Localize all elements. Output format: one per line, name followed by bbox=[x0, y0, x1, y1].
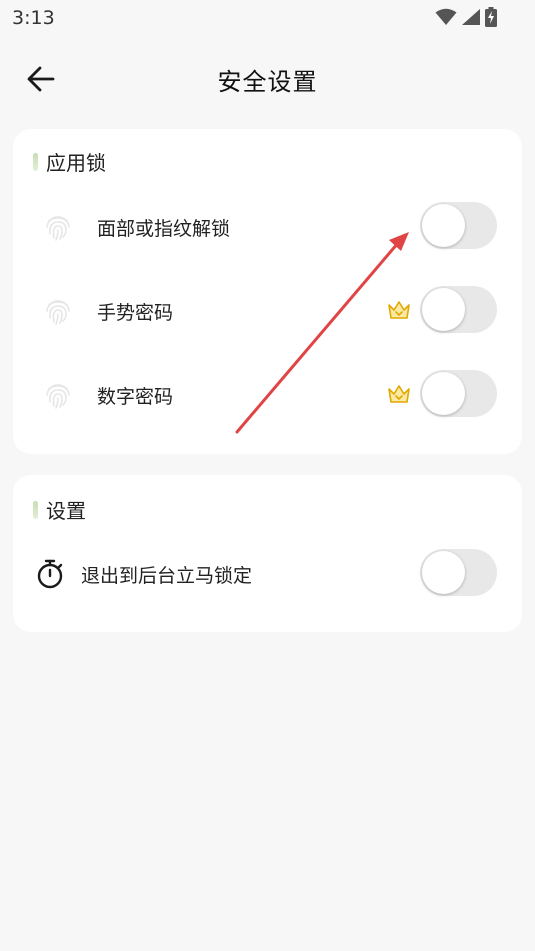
toggle-knob bbox=[422, 204, 465, 247]
row-face-fingerprint-unlock: 面部或指纹解锁 bbox=[13, 202, 522, 250]
wifi-icon bbox=[435, 8, 457, 25]
face-fingerprint-unlock-toggle[interactable] bbox=[420, 202, 497, 249]
row-digit-password: 数字密码 bbox=[13, 370, 522, 418]
lock-on-background-toggle[interactable] bbox=[420, 549, 497, 596]
status-bar: 3:13 bbox=[0, 0, 535, 36]
app-lock-card: 应用锁 面部或指纹解锁 手势密码 数字密码 bbox=[13, 129, 522, 454]
section-title-text: 应用锁 bbox=[46, 151, 106, 175]
header: 安全设置 bbox=[0, 52, 535, 104]
section-title-app-lock: 应用锁 bbox=[33, 147, 106, 176]
toggle-knob bbox=[422, 288, 465, 331]
row-gesture-password: 手势密码 bbox=[13, 286, 522, 334]
row-label: 退出到后台立马锁定 bbox=[81, 565, 253, 587]
settings-card: 设置 退出到后台立马锁定 bbox=[13, 475, 522, 632]
digit-password-toggle[interactable] bbox=[420, 370, 497, 417]
status-icons bbox=[435, 7, 497, 27]
fingerprint-icon bbox=[46, 300, 70, 325]
section-accent-bar bbox=[33, 500, 38, 519]
fingerprint-icon bbox=[46, 384, 70, 409]
gesture-password-toggle[interactable] bbox=[420, 286, 497, 333]
fingerprint-icon bbox=[46, 216, 70, 241]
row-label: 数字密码 bbox=[97, 386, 174, 408]
toggle-knob bbox=[422, 372, 465, 415]
crown-icon bbox=[388, 385, 410, 403]
row-lock-on-background: 退出到后台立马锁定 bbox=[13, 549, 522, 597]
section-accent-bar bbox=[33, 152, 38, 171]
crown-icon bbox=[388, 301, 410, 319]
toggle-knob bbox=[422, 551, 465, 594]
signal-icon bbox=[462, 9, 480, 25]
section-title-settings: 设置 bbox=[33, 495, 86, 524]
row-label: 手势密码 bbox=[97, 302, 174, 324]
section-title-text: 设置 bbox=[46, 499, 86, 523]
status-time: 3:13 bbox=[12, 7, 55, 29]
battery-charging-icon bbox=[485, 7, 497, 27]
stopwatch-icon bbox=[37, 559, 63, 589]
page-title: 安全设置 bbox=[217, 68, 318, 96]
row-label: 面部或指纹解锁 bbox=[97, 218, 231, 240]
